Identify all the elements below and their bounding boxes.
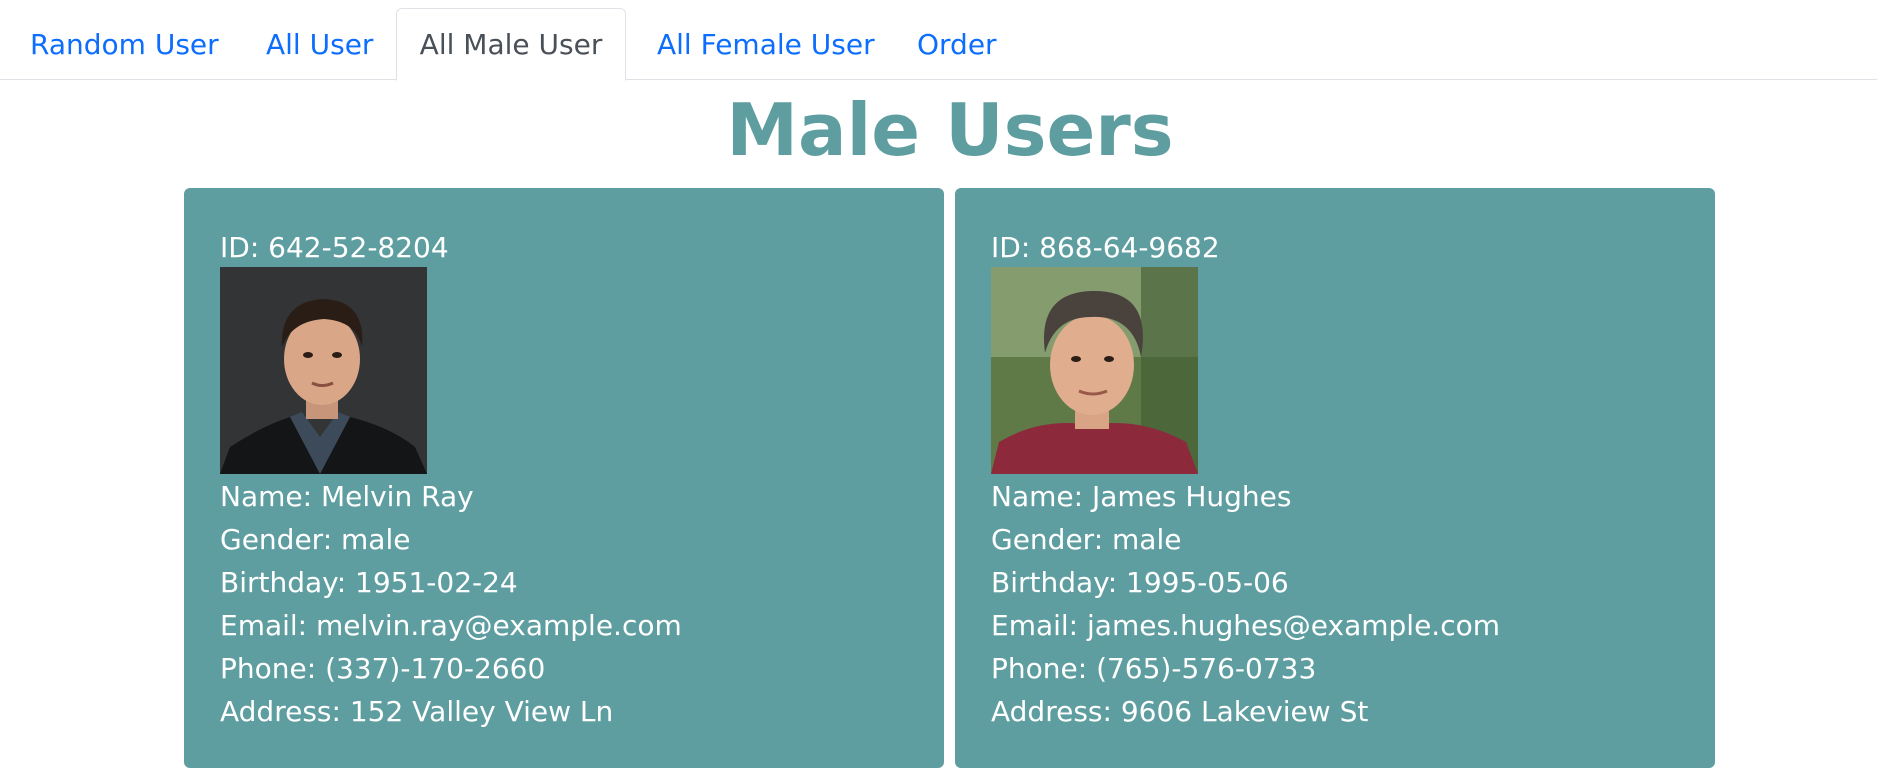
tab-all-female-user[interactable]: All Female User <box>657 8 875 81</box>
user-phone: Phone: (337)-170-2660 <box>220 652 546 685</box>
user-card: ID: 868-64-9682 Name: James Hughes Gende… <box>955 188 1715 768</box>
user-card: ID: 642-52-8204 Name: Melvin Ray Gender:… <box>184 188 944 768</box>
user-avatar <box>220 267 427 474</box>
user-gender: Gender: male <box>220 523 411 556</box>
tab-random-user[interactable]: Random User <box>30 8 219 81</box>
user-avatar <box>991 267 1198 474</box>
user-id: ID: 642-52-8204 <box>220 231 449 264</box>
page-title: Male Users <box>726 88 1174 172</box>
user-phone: Phone: (765)-576-0733 <box>991 652 1317 685</box>
user-birthday: Birthday: 1951-02-24 <box>220 566 518 599</box>
nav-tabs: Random User All User All Male User All F… <box>0 0 1877 81</box>
user-email: Email: melvin.ray@example.com <box>220 609 682 642</box>
user-email: Email: james.hughes@example.com <box>991 609 1500 642</box>
user-name: Name: Melvin Ray <box>220 480 474 513</box>
tab-all-user[interactable]: All User <box>266 8 373 81</box>
user-address: Address: 152 Valley View Ln <box>220 695 614 728</box>
tab-all-male-user[interactable]: All Male User <box>396 8 626 81</box>
user-id: ID: 868-64-9682 <box>991 231 1220 264</box>
user-gender: Gender: male <box>991 523 1182 556</box>
user-name: Name: James Hughes <box>991 480 1292 513</box>
user-birthday: Birthday: 1995-05-06 <box>991 566 1289 599</box>
tab-order[interactable]: Order <box>917 8 997 81</box>
user-address: Address: 9606 Lakeview St <box>991 695 1369 728</box>
